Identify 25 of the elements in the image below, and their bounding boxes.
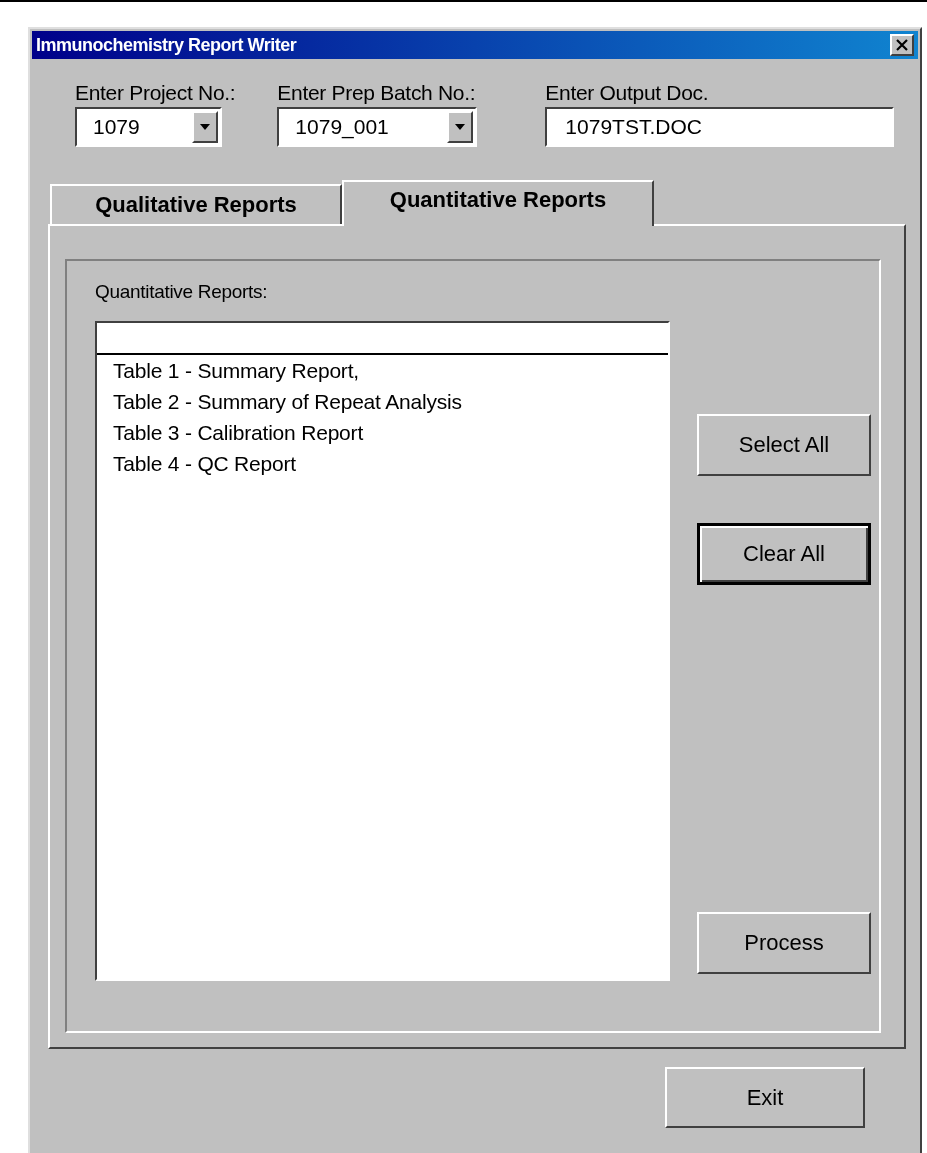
field-label: Enter Prep Batch No.:	[277, 81, 477, 105]
list-label: Quantitative Reports:	[95, 281, 269, 303]
field-label: Enter Project No.:	[75, 81, 236, 105]
caret-icon	[200, 124, 210, 130]
field-label: Enter Output Doc.	[545, 81, 710, 105]
report-list[interactable]: Table 1 - Summary Report, Table 2 - Summary of Repeat Analysis Table 3 - Calibration Report Table 4 - QC Report	[95, 321, 670, 981]
input-field[interactable]: 1079TST.DOC	[545, 107, 895, 147]
tab[interactable]: Quantitative Reports	[342, 180, 654, 226]
exit-button[interactable]: Exit	[665, 1067, 865, 1128]
action-button[interactable]: Select All	[697, 414, 871, 476]
list-item[interactable]: Table 3 - Calibration Report	[97, 417, 668, 448]
list-item[interactable]: Table 4 - QC Report	[97, 448, 668, 479]
dropdown-field[interactable]: 1079	[75, 107, 222, 147]
tab[interactable]: Qualitative Reports	[50, 184, 342, 224]
action-button[interactable]: Clear All	[697, 523, 871, 585]
dropdown-button[interactable]	[192, 111, 218, 143]
list-item[interactable]: Table 1 - Summary Report,	[97, 355, 668, 386]
dropdown-field[interactable]: 1079_001	[277, 107, 478, 147]
action-button[interactable]: Process	[697, 912, 871, 974]
list-item[interactable]: Table 2 - Summary of Repeat Analysis	[97, 386, 668, 417]
window-title: Immunochemistry Report Writer	[36, 34, 297, 56]
caret-icon	[455, 124, 466, 130]
close-icon	[896, 39, 908, 51]
dropdown-button[interactable]	[447, 111, 474, 143]
close-button[interactable]	[890, 34, 914, 56]
